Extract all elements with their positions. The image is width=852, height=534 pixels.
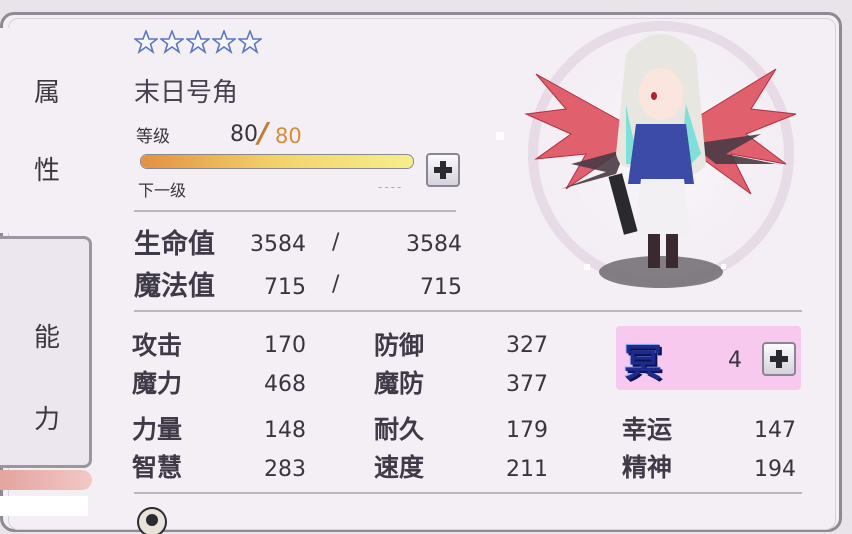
star-icon	[210, 28, 238, 58]
mp-label: 魔法值	[134, 271, 215, 302]
stat-label-spirit: 精神	[622, 453, 673, 482]
avatar-icon	[137, 507, 167, 534]
tab-decoration	[0, 470, 92, 490]
element-glyph: 冥	[624, 340, 663, 385]
experience-bar-fill	[141, 155, 413, 168]
hp-current: 3584	[250, 232, 306, 257]
level-max: 80	[275, 124, 302, 148]
stat-value-speed: 211	[506, 457, 548, 482]
level-current: 80	[230, 122, 258, 147]
stat-label-speed: 速度	[374, 453, 425, 482]
stat-value-wisdom: 283	[264, 457, 306, 482]
rarity-stars	[132, 28, 264, 58]
experience-bar	[140, 154, 414, 169]
tab-attributes-char-1: 属	[34, 78, 61, 108]
stat-value-strength: 148	[264, 418, 306, 443]
mp-max: 715	[420, 275, 462, 300]
tab-decoration-light	[0, 496, 88, 516]
stat-label-magic: 魔力	[132, 369, 183, 398]
star-icon	[184, 28, 212, 58]
element-add-button[interactable]	[762, 342, 796, 376]
star-icon	[132, 28, 160, 58]
stat-value-attack: 170	[264, 333, 306, 358]
next-level-value: ----	[378, 180, 404, 194]
hp-slash: /	[332, 230, 340, 255]
divider	[134, 492, 802, 494]
stat-value-magic-defense: 377	[506, 372, 548, 397]
level-up-button[interactable]	[426, 153, 460, 187]
stat-value-luck: 147	[754, 418, 796, 443]
element-value: 4	[728, 348, 742, 373]
star-icon	[158, 28, 186, 58]
tab-ability-char-2: 力	[34, 405, 61, 435]
stat-value-spirit: 194	[754, 457, 796, 482]
element-affinity: 冥 4	[616, 326, 801, 390]
stat-label-defense: 防御	[374, 331, 425, 360]
tab-ability-char-1: 能	[34, 323, 61, 353]
tab-ability[interactable]: 能 力	[0, 236, 92, 468]
level-slash: /	[258, 116, 269, 149]
character-name: 末日号角	[134, 78, 239, 108]
level-label: 等级	[136, 127, 170, 147]
stat-label-luck: 幸运	[622, 415, 673, 444]
stat-value-defense: 327	[506, 333, 548, 358]
star-icon	[236, 28, 264, 58]
plus-icon	[770, 350, 788, 368]
tab-attributes-char-2: 性	[34, 156, 61, 186]
stat-label-wisdom: 智慧	[132, 453, 183, 482]
stat-value-endurance: 179	[506, 418, 548, 443]
mp-current: 715	[264, 275, 306, 300]
stat-label-strength: 力量	[132, 415, 183, 444]
stat-value-magic: 468	[264, 372, 306, 397]
divider	[134, 210, 456, 212]
plus-icon	[434, 161, 452, 179]
tab-attributes[interactable]: 属 性	[0, 28, 92, 233]
hp-max: 3584	[406, 232, 462, 257]
mp-slash: /	[332, 272, 340, 297]
stat-label-endurance: 耐久	[374, 415, 425, 444]
character-portrait	[496, 14, 811, 304]
next-level-label: 下一级	[138, 181, 187, 200]
stat-label-magic-defense: 魔防	[374, 369, 425, 398]
stat-label-attack: 攻击	[132, 331, 183, 360]
hp-label: 生命值	[134, 229, 215, 260]
